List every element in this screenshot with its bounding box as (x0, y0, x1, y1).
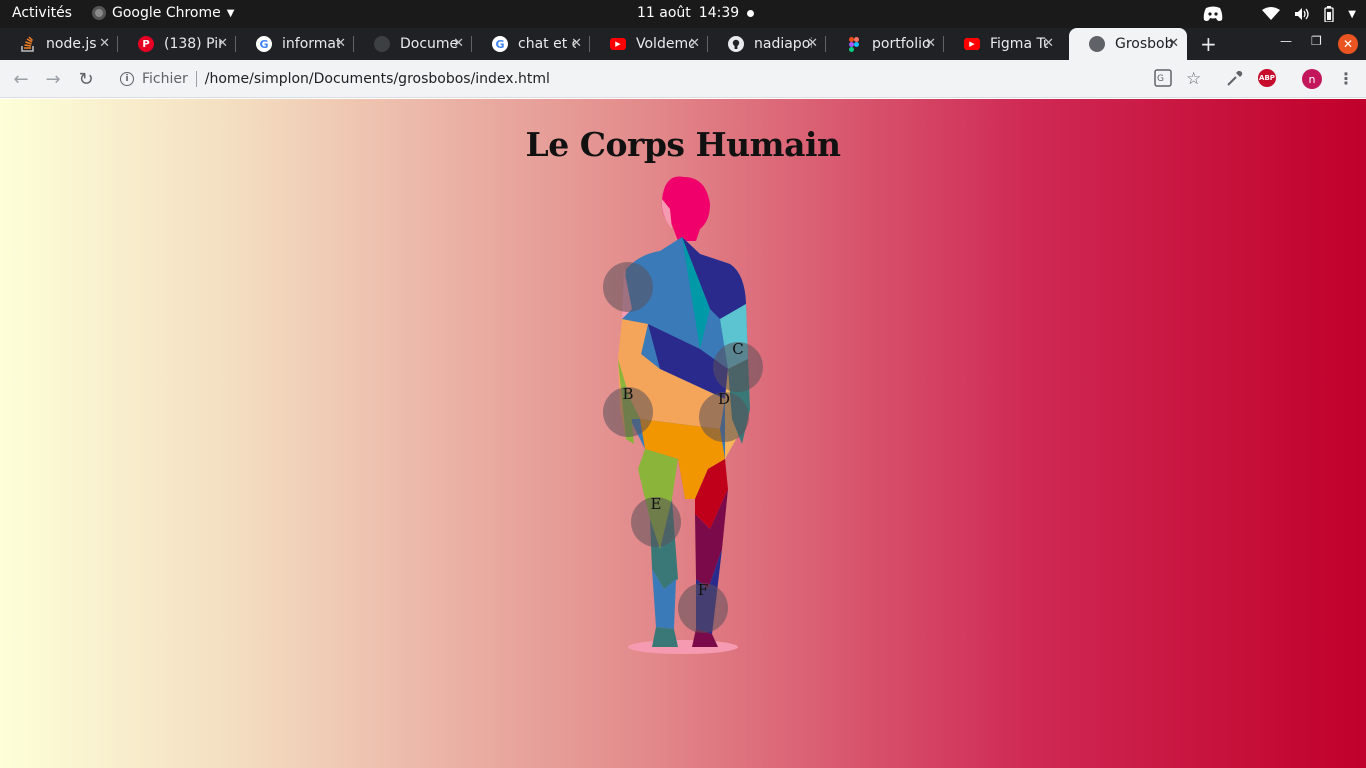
address-divider (195, 71, 197, 87)
tab-title: Voldemort (636, 36, 694, 52)
tab-grosbobos[interactable]: Grosbobos ✕ (1069, 28, 1187, 60)
close-tab-icon[interactable]: ✕ (217, 36, 228, 51)
google-icon: G (492, 36, 508, 52)
eyedropper-icon[interactable] (1226, 69, 1244, 87)
close-tab-icon[interactable]: ✕ (335, 36, 346, 51)
discord-icon[interactable] (1202, 6, 1224, 22)
window-close-icon[interactable]: ✕ (1338, 34, 1358, 54)
tab-title: portfolio (872, 36, 930, 52)
tab-informations[interactable]: G informations ✕ (236, 28, 354, 60)
body-hotspot-shoulder[interactable] (603, 262, 653, 312)
tab-portfolio[interactable]: portfolio ✕ (826, 28, 944, 60)
reload-icon[interactable]: ↻ (75, 68, 97, 90)
tab-title: (138) Pinterest (164, 36, 222, 52)
tab-title: Figma Tutorial (990, 36, 1048, 52)
back-arrow-icon[interactable]: ← (10, 68, 32, 90)
more-menu-icon[interactable]: ⋮ (1338, 69, 1354, 88)
tab-strip: node.js ✕ P (138) Pinterest ✕ G informat… (0, 28, 1366, 60)
tab-title: Grosbobos (1115, 36, 1173, 52)
tab-figma-tutorial[interactable]: ▶ Figma Tutorial ✕ (944, 28, 1062, 60)
close-tab-icon[interactable]: ✕ (925, 36, 936, 51)
volume-icon (1294, 7, 1310, 21)
body-hotspot-f[interactable]: F (678, 581, 728, 633)
adblock-icon[interactable]: ABP (1258, 69, 1276, 87)
close-tab-icon[interactable]: ✕ (453, 36, 464, 51)
restore-icon[interactable]: ❐ (1311, 34, 1322, 48)
scheme-label: Fichier (142, 71, 188, 87)
globe-icon (1089, 36, 1105, 52)
body-hotspot-e[interactable]: E (631, 495, 681, 547)
app-name: Google Chrome (112, 5, 221, 21)
close-tab-icon[interactable]: ✕ (1043, 36, 1054, 51)
app-menu[interactable]: Google Chrome ▼ (92, 5, 234, 21)
info-icon[interactable]: i (120, 72, 134, 86)
tab-github[interactable]: nadiapoi ✕ (708, 28, 826, 60)
youtube-icon: ▶ (610, 38, 626, 50)
translate-icon[interactable]: G (1154, 69, 1172, 87)
url-text[interactable]: /home/simplon/Documents/grosbobos/index.… (205, 71, 550, 87)
google-icon: G (256, 36, 272, 52)
tab-pinterest[interactable]: P (138) Pinterest ✕ (118, 28, 236, 60)
new-tab-button[interactable]: + (1200, 32, 1217, 56)
page-viewport: Le Corps Humain C B D E F (0, 99, 1366, 768)
activities-button[interactable]: Activités (12, 5, 72, 21)
notification-dot-icon (747, 9, 755, 17)
body-hotspot-b[interactable]: B (603, 385, 653, 437)
tab-title: Document (400, 36, 458, 52)
caret-down-icon: ▼ (226, 7, 235, 19)
tab-title: nadiapoi (754, 36, 812, 52)
chrome-icon (92, 6, 106, 20)
clock-date: 11 août (637, 5, 691, 21)
pinterest-icon: P (138, 36, 154, 52)
youtube-icon: ▶ (964, 38, 980, 50)
globe-icon (374, 36, 390, 52)
figma-icon (846, 36, 862, 52)
bookmark-star-icon[interactable]: ☆ (1186, 69, 1201, 89)
clock[interactable]: 11 août 14:39 (637, 5, 755, 21)
address-bar[interactable]: i Fichier /home/simplon/Documents/grosbo… (110, 65, 1230, 93)
close-tab-icon[interactable]: ✕ (689, 36, 700, 51)
close-tab-icon[interactable]: ✕ (571, 36, 582, 51)
tab-title: node.js (46, 36, 97, 52)
close-tab-icon[interactable]: ✕ (807, 36, 818, 51)
github-icon (728, 36, 744, 52)
tab-title: chat et css (518, 36, 576, 52)
body-hotspot-c[interactable]: C (713, 340, 763, 392)
tab-voldemort[interactable]: ▶ Voldemort ✕ (590, 28, 708, 60)
battery-icon (1324, 6, 1334, 22)
wifi-icon (1262, 7, 1281, 21)
system-tray[interactable]: ▼ (1202, 3, 1356, 25)
close-tab-icon[interactable]: ✕ (1168, 36, 1179, 51)
stackoverflow-icon (20, 36, 36, 52)
clock-time: 14:39 (698, 5, 740, 21)
tab-document[interactable]: Document ✕ (354, 28, 472, 60)
forward-arrow-icon[interactable]: → (42, 68, 64, 90)
svg-text:G: G (1157, 74, 1164, 84)
tab-node[interactable]: node.js ✕ (0, 28, 118, 60)
tray-caret-icon: ▼ (1348, 8, 1356, 20)
browser-toolbar: ← → ↻ i Fichier /home/simplon/Documents/… (0, 60, 1366, 98)
tab-chat[interactable]: G chat et css ✕ (472, 28, 590, 60)
close-tab-icon[interactable]: ✕ (99, 36, 110, 51)
minimize-icon[interactable]: — (1280, 34, 1292, 48)
page-title: Le Corps Humain (525, 125, 842, 164)
system-top-bar: Activités Google Chrome ▼ 11 août 14:39 … (0, 0, 1366, 28)
profile-avatar[interactable]: n (1302, 69, 1322, 89)
tab-title: informations (282, 36, 340, 52)
body-hotspot-d[interactable]: D (699, 390, 749, 442)
